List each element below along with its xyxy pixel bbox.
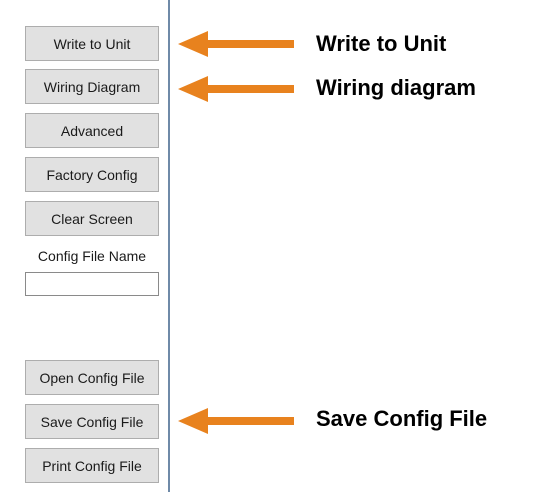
write-to-unit-button[interactable]: Write to Unit (25, 26, 159, 61)
open-config-file-button[interactable]: Open Config File (25, 360, 159, 395)
print-config-file-button[interactable]: Print Config File (25, 448, 159, 483)
wiring-diagram-arrow-icon (178, 74, 294, 104)
advanced-button[interactable]: Advanced (25, 113, 159, 148)
button-panel: Write to Unit Wiring Diagram Advanced Fa… (0, 0, 170, 492)
write-to-unit-arrow-icon (178, 29, 294, 59)
config-file-name-label: Config File Name (37, 248, 147, 264)
save-config-file-button[interactable]: Save Config File (25, 404, 159, 439)
wiring-diagram-button[interactable]: Wiring Diagram (25, 69, 159, 104)
factory-config-button[interactable]: Factory Config (25, 157, 159, 192)
save-config-file-arrow-icon (178, 406, 294, 436)
save-config-file-callout: Save Config File (316, 406, 488, 431)
wiring-diagram-callout: Wiring diagram (316, 75, 476, 100)
write-to-unit-callout: Write to Unit (316, 31, 447, 56)
config-file-name-input[interactable] (25, 272, 159, 296)
clear-screen-button[interactable]: Clear Screen (25, 201, 159, 236)
